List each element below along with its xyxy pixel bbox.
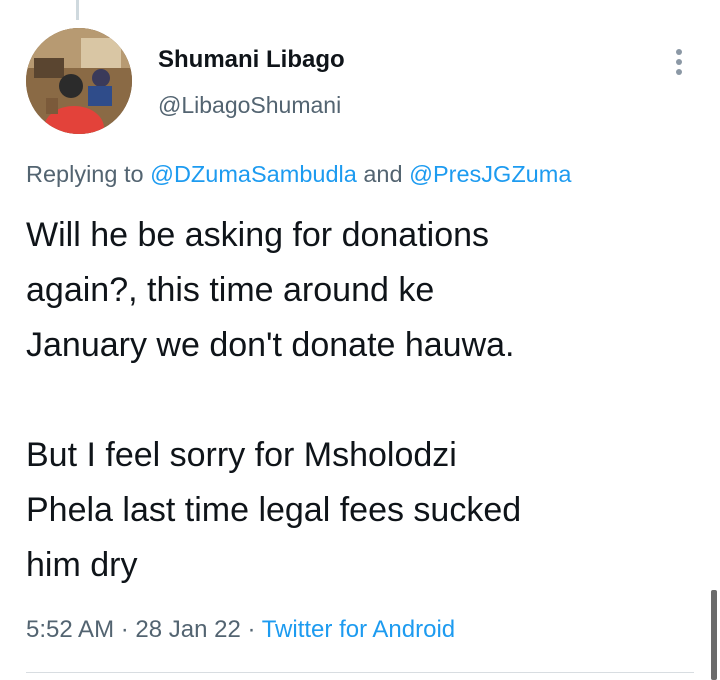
tweet-time[interactable]: 5:52 AM xyxy=(26,616,114,643)
mention-link-dzumasambudla[interactable]: @DZumaSambudla xyxy=(150,161,357,187)
author-display-name[interactable]: Shumani Libago xyxy=(158,46,345,74)
tweet-text: Will he be asking for donations again?, … xyxy=(26,216,522,584)
meta-separator: · xyxy=(114,616,136,643)
avatar-photo xyxy=(26,28,132,134)
more-options-button[interactable] xyxy=(664,44,694,80)
replying-to-conjunction: and xyxy=(356,161,410,187)
more-vertical-icon xyxy=(676,49,682,75)
scrollbar[interactable] xyxy=(711,590,717,680)
meta-separator: · xyxy=(240,616,262,643)
tweet-source-link[interactable]: Twitter for Android xyxy=(262,616,455,643)
thread-connector-line xyxy=(76,0,79,20)
avatar[interactable] xyxy=(26,28,132,134)
author-handle[interactable]: @LibagoShumani xyxy=(158,92,341,119)
mention-link-presjgzuma[interactable]: @PresJGZuma xyxy=(409,161,571,187)
tweet-meta: 5:52 AM · 28 Jan 22 · Twitter for Androi… xyxy=(26,616,455,644)
tweet-date[interactable]: 28 Jan 22 xyxy=(135,616,240,643)
divider xyxy=(26,672,694,673)
replying-to-line: Replying to @DZumaSambudla and @PresJGZu… xyxy=(26,161,571,188)
replying-to-label: Replying to xyxy=(26,161,151,187)
